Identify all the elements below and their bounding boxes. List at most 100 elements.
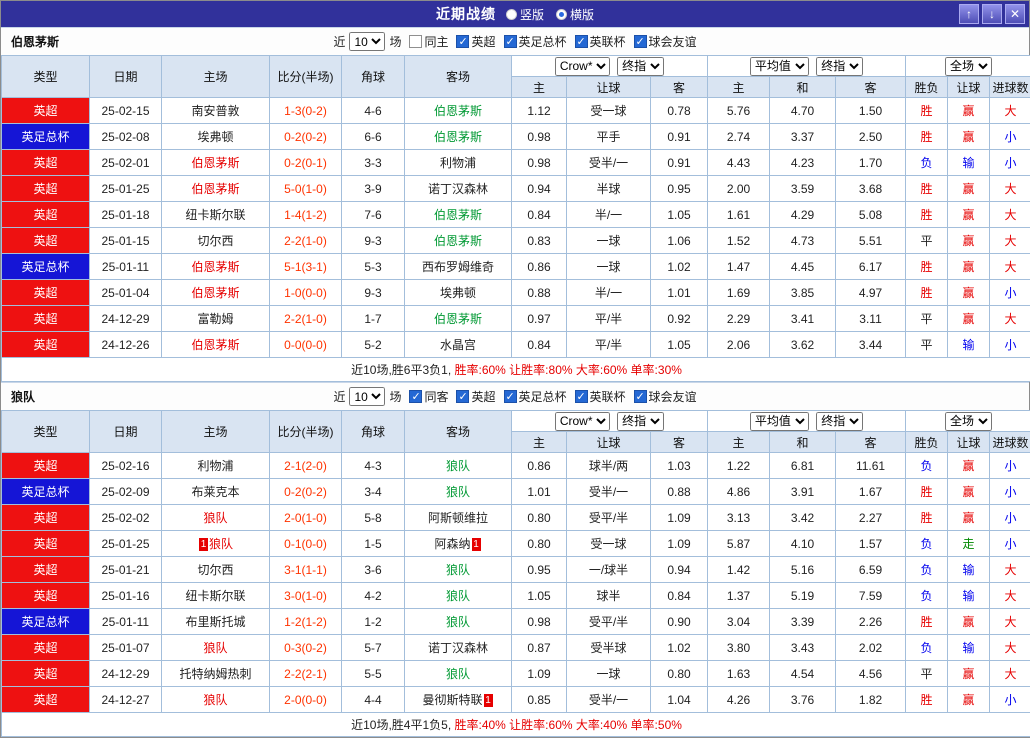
team-name: 富勒姆 bbox=[197, 312, 233, 326]
avg-away-odds: 3.68 bbox=[836, 176, 906, 202]
result-win-draw-loss: 胜 bbox=[906, 124, 948, 150]
avg-away-odds: 2.50 bbox=[836, 124, 906, 150]
avg-draw-odds: 3.76 bbox=[770, 687, 836, 713]
league-checkbox-facup[interactable]: 英足总杯 bbox=[504, 388, 567, 405]
layout-radio-horizontal[interactable]: 横版 bbox=[556, 6, 594, 23]
match-date: 25-02-15 bbox=[90, 98, 162, 124]
checkbox-checked-icon bbox=[456, 35, 469, 48]
result-win-draw-loss: 胜 bbox=[906, 254, 948, 280]
team-name: 狼队 bbox=[203, 693, 227, 707]
team-name: 伯恩茅斯 bbox=[434, 312, 482, 326]
same-venue-checkbox[interactable]: 同客 bbox=[409, 388, 448, 405]
radio-icon bbox=[506, 9, 517, 20]
sub-header-home-odds: 主 bbox=[512, 432, 567, 453]
league-checkbox-eflcup[interactable]: 英联杯 bbox=[575, 388, 626, 405]
summary-stats: 胜率:40% 让胜率:60% 大率:40% 单率:50% bbox=[455, 718, 682, 732]
league-checkbox-epl[interactable]: 英超 bbox=[456, 388, 495, 405]
handicap-home-odds: 0.80 bbox=[512, 505, 567, 531]
handicap-away-odds: 0.92 bbox=[651, 306, 708, 332]
handicap-home-odds: 1.01 bbox=[512, 479, 567, 505]
handicap-home-odds: 0.80 bbox=[512, 531, 567, 557]
handicap-away-odds: 0.91 bbox=[651, 150, 708, 176]
average-stage-select[interactable]: 终指 bbox=[816, 57, 863, 76]
score: 1-2(1-2) bbox=[270, 609, 342, 635]
league-checkbox-facup[interactable]: 英足总杯 bbox=[504, 33, 567, 50]
result-win-draw-loss: 胜 bbox=[906, 98, 948, 124]
avg-home-odds: 2.06 bbox=[708, 332, 770, 358]
away-team-cell: 狼队 bbox=[405, 583, 512, 609]
score: 1-3(0-2) bbox=[270, 98, 342, 124]
league-checkbox-epl[interactable]: 英超 bbox=[456, 33, 495, 50]
team-name: 伯恩茅斯 bbox=[434, 104, 482, 118]
handicap-line: 半球 bbox=[567, 176, 651, 202]
sub-header-avg-away: 客 bbox=[836, 77, 906, 98]
match-row: 英超24-12-27狼队2-0(0-0)4-4曼彻斯特联10.85受半/一1.0… bbox=[2, 687, 1030, 713]
team-name: 狼队 bbox=[446, 589, 470, 603]
away-team-cell: 狼队 bbox=[405, 453, 512, 479]
match-date: 25-01-25 bbox=[90, 531, 162, 557]
corner-score: 1-7 bbox=[342, 306, 405, 332]
same-venue-checkbox[interactable]: 同主 bbox=[409, 33, 448, 50]
match-row: 英足总杯25-01-11布里斯托城1-2(1-2)1-2狼队0.98受平/半0.… bbox=[2, 609, 1030, 635]
recent-count-select[interactable]: 10 bbox=[349, 32, 385, 51]
scope-header-cell: 全场 bbox=[906, 56, 1030, 77]
recent-count-select[interactable]: 10 bbox=[349, 387, 385, 406]
average-select[interactable]: 平均值 bbox=[750, 57, 809, 76]
games-label: 场 bbox=[389, 33, 401, 50]
handicap-home-odds: 0.98 bbox=[512, 124, 567, 150]
col-header-home: 主场 bbox=[162, 411, 270, 453]
score: 0-2(0-2) bbox=[270, 479, 342, 505]
result-goals: 小 bbox=[990, 505, 1030, 531]
handicap-stage-select[interactable]: 终指 bbox=[617, 57, 664, 76]
team-name: 伯恩茅斯 bbox=[191, 338, 239, 352]
handicap-line: 平/半 bbox=[567, 332, 651, 358]
result-goals: 大 bbox=[990, 98, 1030, 124]
match-row: 英足总杯25-02-09布莱克本0-2(0-2)3-4狼队1.01受半/一0.8… bbox=[2, 479, 1030, 505]
handicap-home-odds: 0.94 bbox=[512, 176, 567, 202]
league-badge: 英超 bbox=[2, 228, 90, 254]
bookmaker-select[interactable]: Crow* bbox=[555, 57, 610, 76]
league-label: 球会友谊 bbox=[649, 388, 697, 405]
handicap-stage-select[interactable]: 终指 bbox=[617, 412, 664, 431]
match-date: 25-01-11 bbox=[90, 254, 162, 280]
result-handicap: 赢 bbox=[948, 228, 990, 254]
handicap-line: 一球 bbox=[567, 254, 651, 280]
handicap-away-odds: 1.06 bbox=[651, 228, 708, 254]
match-row: 英超25-01-251狼队0-1(0-0)1-5阿森纳10.80受一球1.095… bbox=[2, 531, 1030, 557]
away-team-cell: 伯恩茅斯 bbox=[405, 124, 512, 150]
sub-header-goals: 进球数 bbox=[990, 77, 1030, 98]
league-label: 英超 bbox=[471, 388, 495, 405]
close-button[interactable]: ✕ bbox=[1005, 4, 1025, 24]
league-label: 英足总杯 bbox=[519, 388, 567, 405]
corner-score: 3-3 bbox=[342, 150, 405, 176]
home-team-cell: 狼队 bbox=[162, 635, 270, 661]
move-down-button[interactable]: ↓ bbox=[982, 4, 1002, 24]
avg-draw-odds: 3.85 bbox=[770, 280, 836, 306]
home-team-cell: 纽卡斯尔联 bbox=[162, 583, 270, 609]
recent-label: 近 bbox=[333, 33, 345, 50]
result-win-draw-loss: 负 bbox=[906, 635, 948, 661]
layout-radio-vertical[interactable]: 竖版 bbox=[506, 6, 544, 23]
handicap-header-cell: Crow* 终指 bbox=[512, 411, 708, 432]
league-checkbox-friendly[interactable]: 球会友谊 bbox=[634, 33, 697, 50]
score: 3-1(1-1) bbox=[270, 557, 342, 583]
checkbox-checked-icon bbox=[575, 390, 588, 403]
checkbox-checked-icon bbox=[504, 390, 517, 403]
match-row: 英超24-12-26伯恩茅斯0-0(0-0)5-2水晶宫0.84平/半1.052… bbox=[2, 332, 1030, 358]
league-checkbox-eflcup[interactable]: 英联杯 bbox=[575, 33, 626, 50]
team-name: 利物浦 bbox=[440, 156, 476, 170]
match-row: 英超25-01-04伯恩茅斯1-0(0-0)9-3埃弗顿0.88半/一1.011… bbox=[2, 280, 1030, 306]
handicap-away-odds: 0.80 bbox=[651, 661, 708, 687]
average-stage-select[interactable]: 终指 bbox=[816, 412, 863, 431]
sub-header-away-odds: 客 bbox=[651, 432, 708, 453]
average-select[interactable]: 平均值 bbox=[750, 412, 809, 431]
team-name: 利物浦 bbox=[197, 459, 233, 473]
away-team-cell: 狼队 bbox=[405, 557, 512, 583]
sub-header-avg-home: 主 bbox=[708, 432, 770, 453]
bookmaker-select[interactable]: Crow* bbox=[555, 412, 610, 431]
team-name: 水晶宫 bbox=[440, 338, 476, 352]
move-up-button[interactable]: ↑ bbox=[959, 4, 979, 24]
league-checkbox-friendly[interactable]: 球会友谊 bbox=[634, 388, 697, 405]
scope-select[interactable]: 全场 bbox=[945, 412, 992, 431]
scope-select[interactable]: 全场 bbox=[945, 57, 992, 76]
